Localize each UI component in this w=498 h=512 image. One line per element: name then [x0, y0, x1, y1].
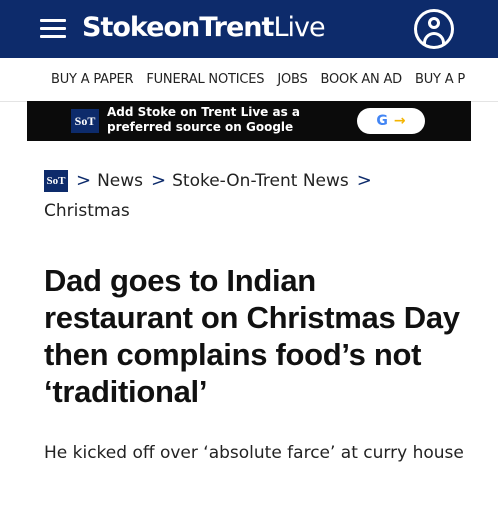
- nav-item-buy-a-paper[interactable]: BUY A PAPER: [51, 72, 134, 87]
- arrow-right-icon: →: [393, 113, 406, 129]
- nav-item-book-an-ad[interactable]: BOOK AN AD: [321, 72, 403, 87]
- breadcrumb-item-stoke-on-trent-news[interactable]: Stoke-On-Trent News: [172, 171, 349, 191]
- nav-item-buy-a-p[interactable]: BUY A P: [415, 72, 465, 87]
- google-add-button[interactable]: G →: [357, 108, 425, 134]
- banner-text: Add Stoke on Trent Live as a preferred s…: [107, 105, 301, 134]
- nav-item-jobs[interactable]: JOBS: [277, 72, 307, 87]
- breadcrumb-item-news[interactable]: News: [97, 171, 143, 191]
- article-headline: Dad goes to Indian restaurant on Christm…: [44, 263, 460, 409]
- user-account-icon[interactable]: [414, 9, 454, 49]
- google-preferred-source-banner[interactable]: SoT Add Stoke on Trent Live as a preferr…: [27, 101, 471, 141]
- breadcrumb-home-logo[interactable]: SoT: [44, 170, 68, 192]
- chevron-right-icon: >: [76, 170, 92, 191]
- brand-name-bold: StokeonTrent: [82, 12, 274, 43]
- sot-logo: SoT: [71, 109, 99, 133]
- article-standfirst: He kicked off over ‘absolute farce’ at c…: [44, 443, 464, 463]
- breadcrumb-item-christmas[interactable]: Christmas: [44, 201, 130, 221]
- nav-item-funeral-notices[interactable]: FUNERAL NOTICES: [146, 72, 264, 87]
- site-header: StokeonTrentLive: [0, 0, 498, 58]
- chevron-right-icon: >: [356, 170, 372, 191]
- hamburger-menu-icon[interactable]: [40, 19, 66, 39]
- brand-name-light: Live: [273, 12, 325, 43]
- top-nav: BUY A PAPER FUNERAL NOTICES JOBS BOOK AN…: [0, 58, 498, 102]
- google-g-icon: G: [376, 113, 388, 129]
- site-logo[interactable]: StokeonTrentLive: [82, 12, 326, 43]
- breadcrumb: SoT > News > Stoke-On-Trent News > Christmas: [44, 166, 464, 226]
- chevron-right-icon: >: [151, 170, 167, 191]
